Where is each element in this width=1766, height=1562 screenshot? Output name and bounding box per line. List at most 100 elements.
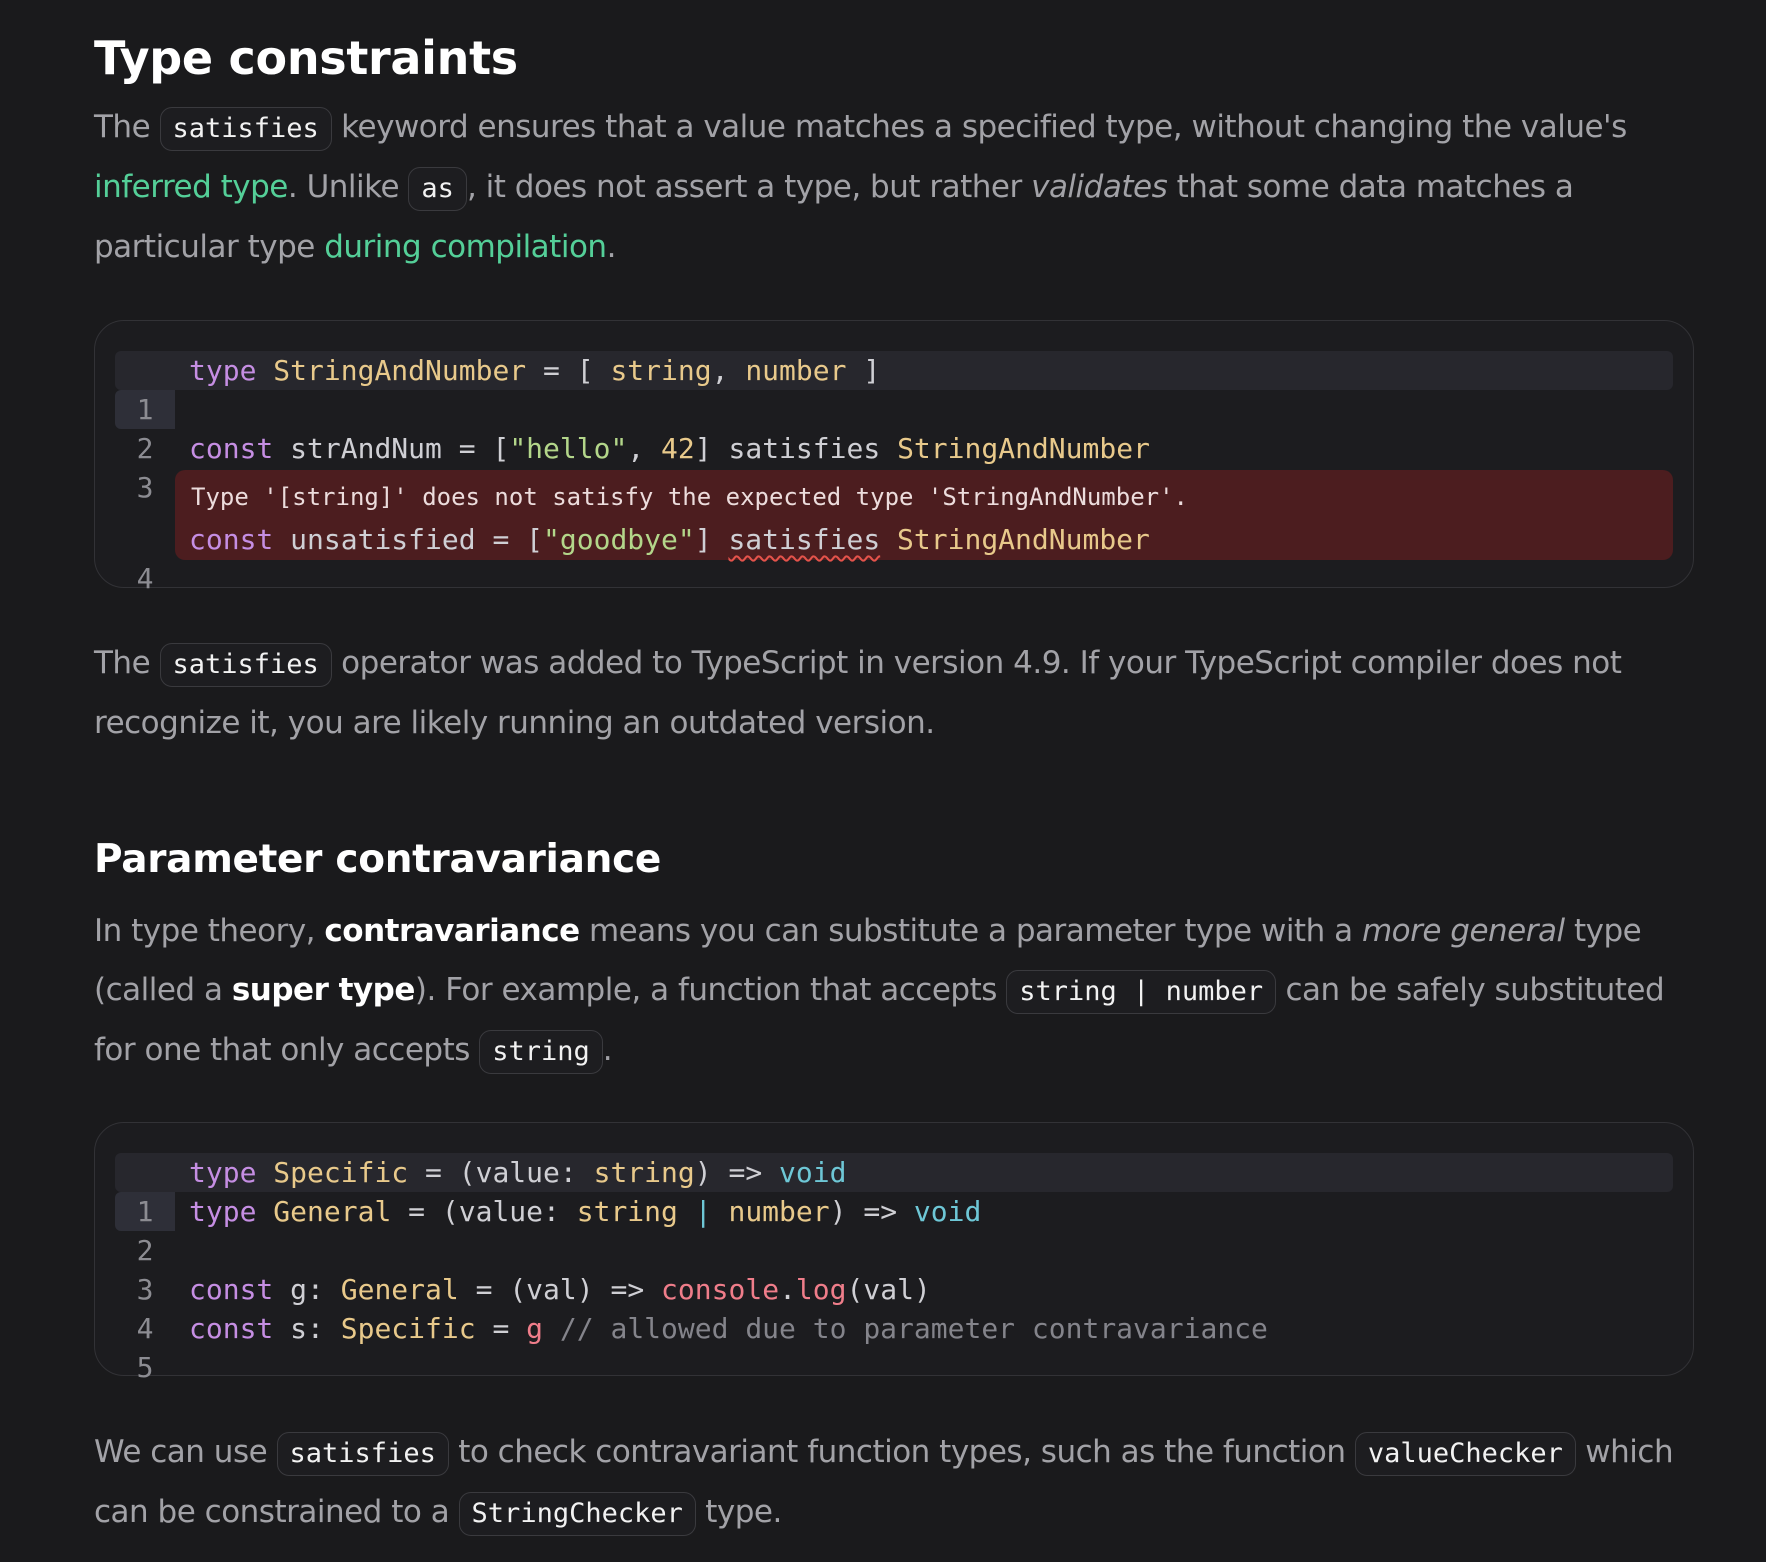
code-token: g — [526, 1312, 544, 1345]
code-token: = — [475, 1312, 527, 1345]
code-token: ] satisfies — [694, 432, 898, 465]
paragraph-satisfies-intro: The satisfies keyword ensures that a val… — [94, 98, 1694, 277]
code-token: "goodbye" — [543, 523, 695, 556]
text: In type theory, — [94, 913, 325, 949]
code-line-4: 4 const unsatisfied = ["goodbye"] satisf… — [115, 520, 1673, 595]
code-token: (val) — [846, 1273, 931, 1306]
heading-parameter-contravariance: Parameter contravariance — [94, 837, 662, 882]
code-text: const s: Specific = g // allowed due to … — [189, 1309, 1268, 1348]
emphasis-validates: validates — [1031, 169, 1168, 205]
text: type. — [695, 1494, 782, 1530]
paragraph-value-checker: We can use satisfies to check contravari… — [94, 1423, 1694, 1543]
text: keyword ensures that a value matches a s… — [331, 109, 1627, 145]
text: We can use — [94, 1434, 277, 1470]
code-token: = (value: — [391, 1195, 577, 1228]
inline-code-string-or-number: string | number — [1006, 970, 1277, 1014]
code-token: string — [610, 354, 712, 387]
code-token: ] — [694, 523, 729, 556]
code-token: "hello" — [509, 432, 628, 465]
code-token: . — [779, 1273, 796, 1306]
bold-super-type: super type — [231, 972, 416, 1008]
emphasis-more-general: more general — [1361, 913, 1565, 949]
inline-code-value-checker: valueChecker — [1354, 1432, 1576, 1476]
code-text: const unsatisfied = ["goodbye"] satisfie… — [189, 520, 1150, 559]
text: ). For example, a function that accepts — [414, 972, 1007, 1008]
text: The — [94, 109, 160, 145]
code-token: StringAndNumber — [897, 432, 1150, 465]
inline-code-as: as — [408, 167, 467, 211]
text: . Unlike — [287, 169, 409, 205]
code-token: strAndNum = [ — [273, 432, 510, 465]
code-token: = (value: — [408, 1156, 594, 1189]
code-token: console — [661, 1273, 780, 1306]
inline-code-satisfies: satisfies — [159, 643, 332, 687]
paragraph-version-note: The satisfies operator was added to Type… — [94, 634, 1694, 753]
code-token: | — [677, 1195, 729, 1228]
code-token: Specific — [256, 1156, 409, 1189]
code-line-5: 5 const s: Specific = g // allowed due t… — [115, 1309, 1673, 1384]
code-token: log — [795, 1273, 847, 1306]
text: to check contravariant function types, s… — [448, 1434, 1355, 1470]
error-squiggle-token[interactable]: satisfies — [728, 523, 880, 556]
code-token: = (val) => — [458, 1273, 662, 1306]
code-line-4: 4 const g: General = (val) => console.lo… — [115, 1270, 1673, 1345]
code-text: type StringAndNumber = [ string, number … — [189, 351, 880, 390]
code-line-1: 1 type StringAndNumber = [ string, numbe… — [115, 351, 1673, 429]
code-token: s: — [273, 1312, 341, 1345]
code-token: ) => — [829, 1195, 914, 1228]
code-token: const — [189, 432, 274, 465]
code-text: const strAndNum = ["hello", 42] satisfie… — [189, 429, 1150, 468]
code-token: const — [189, 523, 274, 556]
code-token: General — [256, 1195, 392, 1228]
code-token: Specific — [340, 1312, 476, 1345]
text: means you can substitute a parameter typ… — [579, 913, 1362, 949]
link-during-compilation[interactable]: during compilation — [324, 229, 607, 265]
code-token: g: — [273, 1273, 341, 1306]
code-token: number — [728, 1195, 830, 1228]
bold-contravariance: contravariance — [324, 913, 580, 949]
code-block-satisfies: 1 type StringAndNumber = [ string, numbe… — [94, 320, 1694, 595]
code-token: string — [593, 1156, 695, 1189]
code-token: 42 — [661, 432, 695, 465]
error-message: Type '[string]' does not satisfy the exp… — [191, 483, 1188, 511]
code-block-contravariance: 1 type Specific = (value: string) => voi… — [94, 1122, 1694, 1384]
code-line-2: 2 — [115, 390, 1673, 465]
code-token: , — [627, 432, 662, 465]
code-token: , — [711, 354, 746, 387]
line-number: 5 — [136, 1351, 154, 1384]
code-token: ] — [846, 354, 881, 387]
error-region: Type '[string]' does not satisfy the exp… — [115, 468, 1673, 595]
code-token: type — [189, 354, 257, 387]
code-line-1: 1 type Specific = (value: string) => voi… — [115, 1153, 1673, 1231]
article-page: Type constraints The satisfies keyword e… — [0, 0, 1766, 1562]
code-token: unsatisfied = [ — [273, 523, 544, 556]
text: The — [94, 645, 160, 681]
text: . — [602, 1032, 613, 1068]
code-token: type — [189, 1156, 257, 1189]
paragraph-contravariance-intro: In type theory, contravariance means you… — [94, 902, 1694, 1081]
heading-type-constraints: Type constraints — [94, 31, 518, 85]
code-token: const — [189, 1312, 274, 1345]
code-token: void — [779, 1156, 847, 1189]
code-line-3: 3 — [115, 1231, 1673, 1306]
code-token: number — [745, 354, 847, 387]
text: , it does not assert a type, but rather — [466, 169, 1032, 205]
inline-code-string: string — [479, 1030, 603, 1074]
code-token: const — [189, 1273, 274, 1306]
code-token: = [ — [526, 354, 611, 387]
code-line-3: 3 const strAndNum = ["hello", 42] satisf… — [115, 429, 1673, 504]
code-token: StringAndNumber — [256, 354, 527, 387]
code-text: type General = (value: string | number) … — [189, 1192, 981, 1231]
code-token: void — [913, 1195, 982, 1228]
line-number: 4 — [136, 562, 154, 595]
code-token: ) => — [694, 1156, 780, 1189]
inline-code-satisfies: satisfies — [159, 107, 332, 151]
code-token: string — [576, 1195, 678, 1228]
code-token: StringAndNumber — [897, 523, 1150, 556]
inline-code-satisfies: satisfies — [276, 1432, 449, 1476]
code-text: const g: General = (val) => console.log(… — [189, 1270, 931, 1309]
inline-code-string-checker: StringChecker — [458, 1492, 696, 1536]
code-text: type Specific = (value: string) => void — [189, 1153, 846, 1192]
link-inferred-type[interactable]: inferred type — [94, 169, 288, 205]
